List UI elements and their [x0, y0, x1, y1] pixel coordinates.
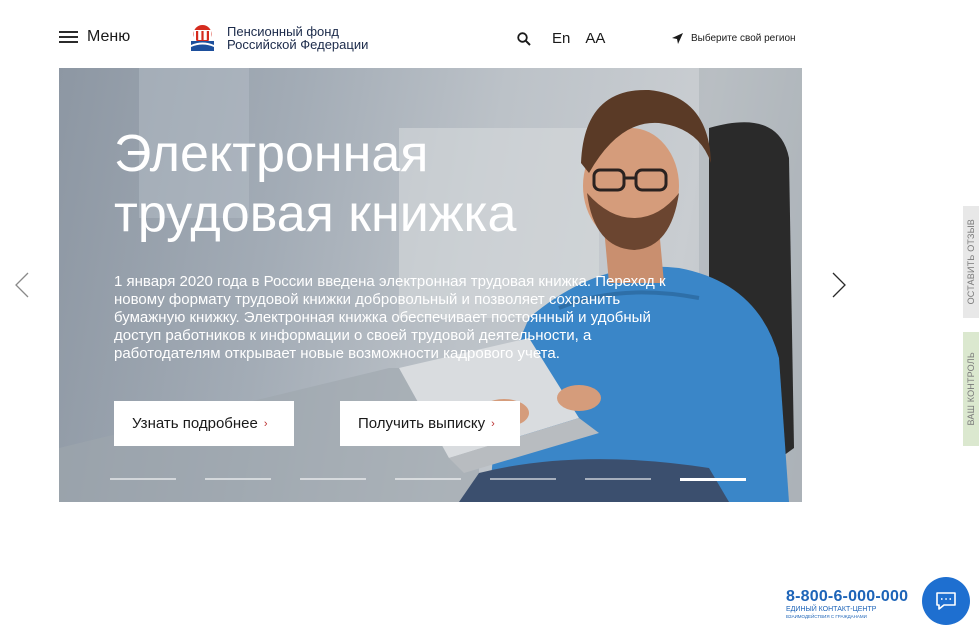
your-control-tab-label: ВАШ КОНТРОЛЬ: [966, 352, 976, 426]
pfr-logo-icon: [191, 25, 214, 51]
learn-more-button[interactable]: Узнать подробнее ›: [114, 401, 294, 446]
contact-subtitle-small: ВЗАИМОДЕЙСТВИЯ С ГРАЖДАНАМИ: [786, 614, 867, 619]
your-control-tab[interactable]: ВАШ КОНТРОЛЬ: [963, 332, 979, 446]
hamburger-icon: [59, 31, 78, 43]
contact-subtitle: ЕДИНЫЙ КОНТАКТ-ЦЕНТР: [786, 606, 877, 613]
feedback-tab[interactable]: ОСТАВИТЬ ОТЗЫВ: [963, 206, 979, 318]
hero-slide: Электронная трудовая книжка 1 января 202…: [59, 68, 802, 502]
hero-title-line2: трудовая книжка: [114, 185, 517, 243]
slider-dot[interactable]: [300, 478, 366, 480]
slider-dot[interactable]: [395, 478, 461, 480]
language-switch[interactable]: En: [552, 30, 570, 47]
site-logo[interactable]: Пенсионный фонд Российской Федерации: [188, 24, 368, 52]
learn-more-label: Узнать подробнее: [132, 415, 258, 432]
chat-button[interactable]: [922, 577, 970, 625]
slider-dot[interactable]: [110, 478, 176, 480]
region-selector[interactable]: Выберите свой регион: [672, 33, 796, 44]
feedback-tab-label: ОСТАВИТЬ ОТЗЫВ: [966, 219, 976, 305]
slider-pagination: [110, 478, 775, 481]
font-size-toggle[interactable]: АА: [585, 30, 605, 47]
chevron-left-icon[interactable]: [15, 272, 29, 298]
site-header: Меню Пенсионный фонд Российской Федераци…: [0, 0, 979, 70]
get-extract-label: Получить выписку: [358, 415, 486, 432]
menu-label: Меню: [87, 28, 131, 45]
get-extract-button[interactable]: Получить выписку ›: [340, 401, 520, 446]
slider-dot[interactable]: [585, 478, 651, 480]
search-icon[interactable]: [517, 31, 531, 46]
chat-bubble-icon: [936, 592, 956, 610]
slider-dot-active[interactable]: [680, 478, 746, 481]
chevron-right-small-icon: ›: [491, 417, 495, 430]
contact-center[interactable]: 8-800-6-000-000 ЕДИНЫЙ КОНТАКТ-ЦЕНТР ВЗА…: [786, 588, 908, 620]
menu-button[interactable]: Меню: [59, 28, 130, 46]
location-arrow-icon: [672, 33, 683, 44]
hero-title-line1: Электронная: [114, 125, 429, 183]
logo-title-line2: Российской Федерации: [227, 37, 369, 52]
slider-dot[interactable]: [490, 478, 556, 480]
hero-title: Электронная трудовая книжка: [114, 124, 714, 244]
contact-phone[interactable]: 8-800-6-000-000: [786, 588, 908, 606]
slider-dot[interactable]: [205, 478, 271, 480]
chevron-right-small-icon: ›: [263, 417, 268, 430]
chevron-right-icon[interactable]: [832, 272, 846, 298]
hero-description: 1 января 2020 года в России введена элек…: [114, 273, 666, 362]
region-label: Выберите свой регион: [691, 33, 796, 44]
